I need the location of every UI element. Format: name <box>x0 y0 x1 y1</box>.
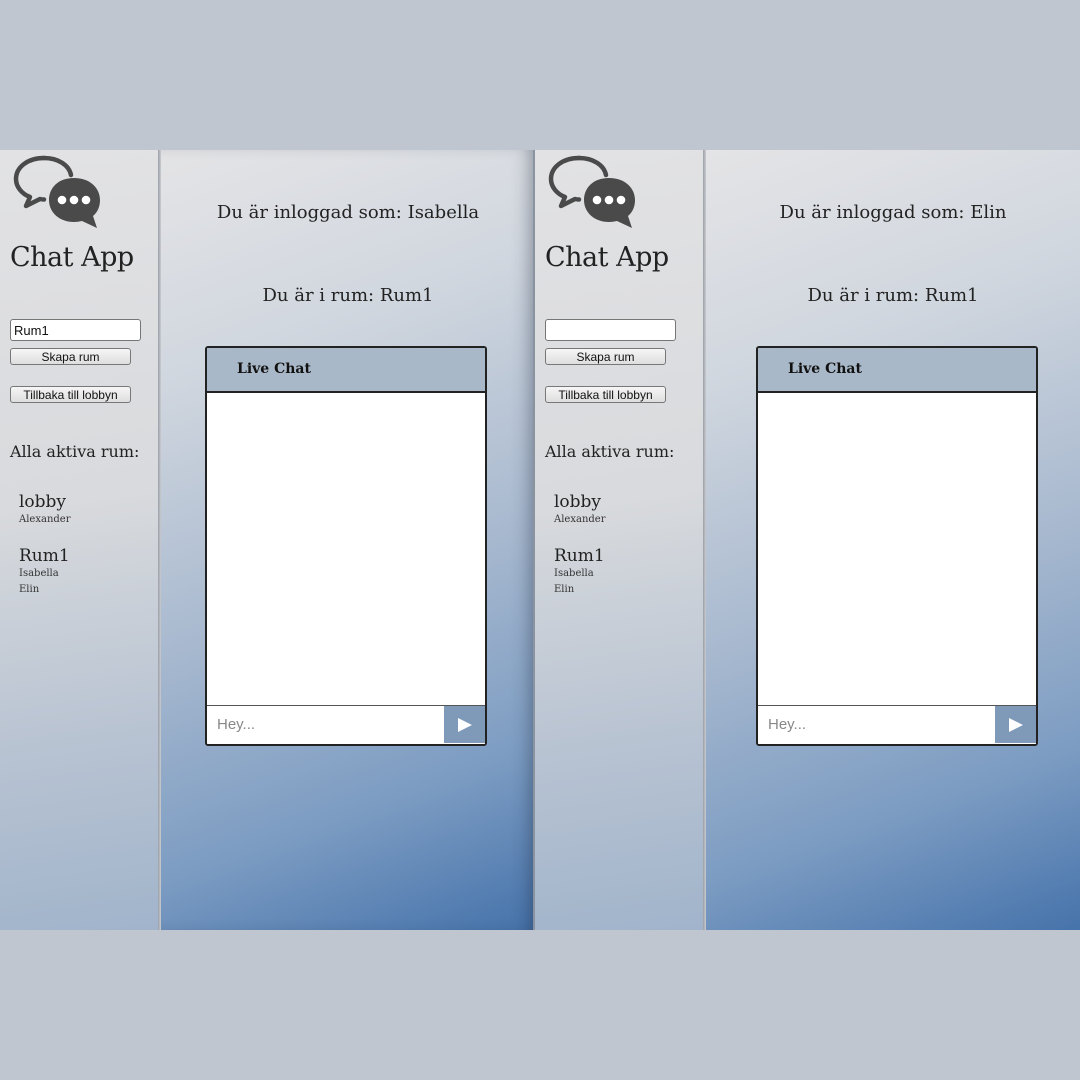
room-list: lobby Alexander Rum1 Isabella Elin <box>554 492 605 616</box>
room-name: lobby <box>19 492 67 512</box>
chat-title: Live Chat <box>237 361 311 377</box>
back-to-lobby-button[interactable]: Tillbaka till lobbyn <box>545 386 666 403</box>
create-room-button[interactable]: Skapa rum <box>545 348 666 365</box>
chat-header: Live Chat <box>207 348 485 393</box>
chat-input-row <box>207 705 485 744</box>
live-chat-box: Live Chat <box>756 346 1038 746</box>
message-input[interactable] <box>758 706 997 743</box>
create-room-button[interactable]: Skapa rum <box>10 348 131 365</box>
current-room-status: Du är i rum: Rum1 <box>262 285 434 306</box>
room-name: lobby <box>554 492 602 512</box>
main-panel: Du är inloggad som: Isabella Du är i rum… <box>161 150 535 930</box>
chat-header: Live Chat <box>758 348 1036 393</box>
play-triangle-icon <box>457 717 472 732</box>
chat-messages-area <box>758 393 1036 706</box>
chat-screen-elin: Chat App Skapa rum Tillbaka till lobbyn … <box>535 150 1080 930</box>
send-button[interactable] <box>444 706 485 743</box>
screenshots-container: Chat App Skapa rum Tillbaka till lobbyn … <box>0 150 1080 930</box>
room-item-rum1[interactable]: Rum1 Isabella Elin <box>554 546 605 598</box>
chat-input-row <box>758 705 1036 744</box>
active-rooms-heading: Alla aktiva rum: <box>10 442 140 461</box>
active-rooms-heading: Alla aktiva rum: <box>545 442 675 461</box>
app-title: Chat App <box>545 242 669 273</box>
chat-title: Live Chat <box>788 361 862 377</box>
room-name: Rum1 <box>554 546 605 566</box>
room-user: Isabella <box>554 568 594 579</box>
room-user: Elin <box>554 584 575 595</box>
room-name: Rum1 <box>19 546 70 566</box>
room-name-input[interactable] <box>545 319 676 341</box>
message-input[interactable] <box>207 706 446 743</box>
sidebar: Chat App Skapa rum Tillbaka till lobbyn … <box>0 150 159 930</box>
room-user: Alexander <box>554 514 606 525</box>
live-chat-box: Live Chat <box>205 346 487 746</box>
send-button[interactable] <box>995 706 1036 743</box>
logged-in-status: Du är inloggad som: Isabella <box>216 202 480 223</box>
room-item-rum1[interactable]: Rum1 Isabella Elin <box>19 546 70 598</box>
back-to-lobby-button[interactable]: Tillbaka till lobbyn <box>10 386 131 403</box>
room-user: Alexander <box>19 514 71 525</box>
app-title: Chat App <box>10 242 134 273</box>
room-user: Elin <box>19 584 40 595</box>
chat-bubbles-icon <box>13 155 100 228</box>
logged-in-status: Du är inloggad som: Elin <box>779 202 1007 223</box>
sidebar: Chat App Skapa rum Tillbaka till lobbyn … <box>535 150 704 930</box>
play-triangle-icon <box>1008 717 1023 732</box>
room-name-input[interactable] <box>10 319 141 341</box>
main-panel: Du är inloggad som: Elin Du är i rum: Ru… <box>706 150 1080 930</box>
chat-messages-area <box>207 393 485 706</box>
chat-bubbles-icon <box>548 155 635 228</box>
room-list: lobby Alexander Rum1 Isabella Elin <box>19 492 70 616</box>
chat-screen-isabella: Chat App Skapa rum Tillbaka till lobbyn … <box>0 150 535 930</box>
current-room-status: Du är i rum: Rum1 <box>807 285 979 306</box>
room-item-lobby[interactable]: lobby Alexander <box>19 492 70 528</box>
room-user: Isabella <box>19 568 59 579</box>
room-item-lobby[interactable]: lobby Alexander <box>554 492 605 528</box>
